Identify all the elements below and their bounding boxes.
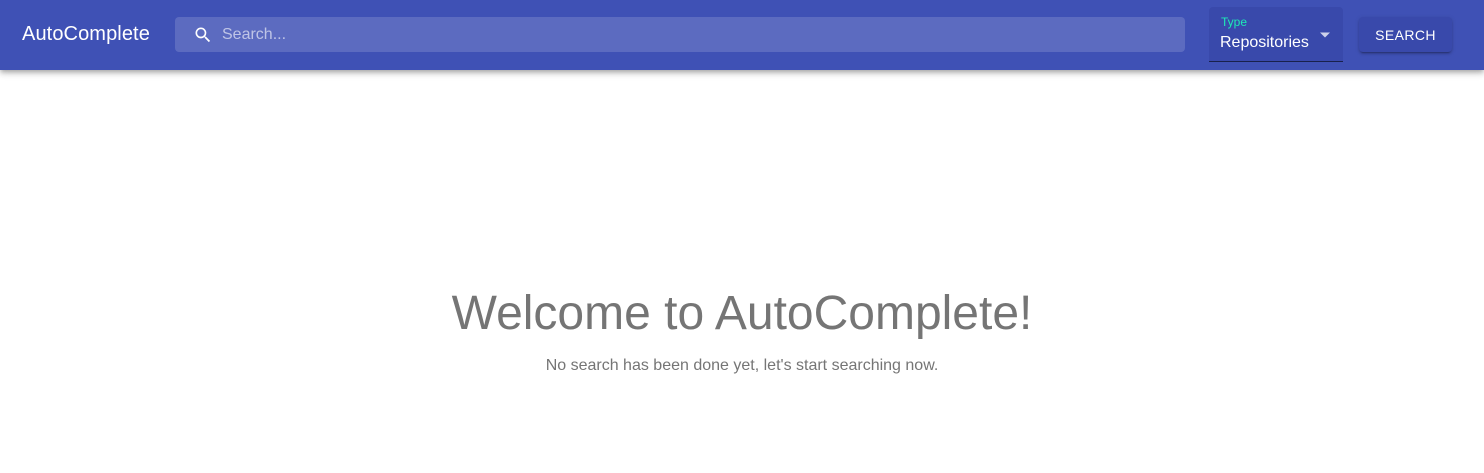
search-icon	[195, 27, 211, 43]
welcome-title: Welcome to AutoComplete!	[451, 287, 1033, 340]
search-input[interactable]	[222, 17, 1162, 52]
app-title: AutoComplete	[22, 23, 150, 45]
welcome-subtitle: No search has been done yet, let's start…	[545, 357, 939, 374]
welcome-section: Welcome to AutoComplete! No search has b…	[0, 283, 1484, 376]
search-box[interactable]	[175, 17, 1185, 52]
search-button[interactable]: SEARCH	[1359, 17, 1452, 52]
type-select-value: Repositories	[1220, 34, 1309, 51]
arrow-drop-down-icon	[1320, 32, 1330, 38]
app-bar: AutoComplete Type Repositories SEARCH	[0, 0, 1484, 70]
type-select[interactable]: Type Repositories	[1209, 7, 1343, 62]
type-select-label: Type	[1221, 15, 1248, 29]
